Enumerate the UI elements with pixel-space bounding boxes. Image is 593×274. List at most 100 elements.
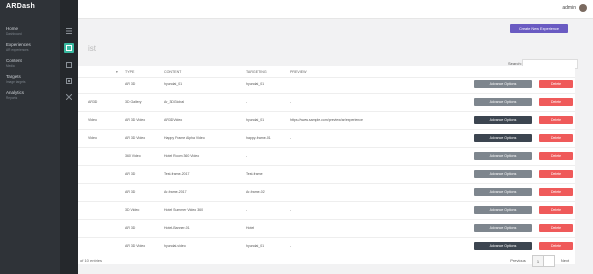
nav-icon-home[interactable] bbox=[64, 26, 74, 36]
row-preview: - bbox=[290, 100, 292, 104]
row-targeting: hyundai_01 bbox=[246, 118, 265, 122]
top-bar: admin bbox=[0, 0, 593, 19]
row-preview: - bbox=[290, 208, 292, 212]
row-left: Video bbox=[88, 136, 97, 140]
entries-info: of 10 entries bbox=[80, 258, 103, 263]
row-divider bbox=[78, 93, 575, 94]
row-targeting: - bbox=[246, 154, 248, 158]
sort-icon[interactable]: ▾ bbox=[116, 70, 118, 74]
row-type: AR 3D bbox=[125, 190, 136, 194]
pagination-next[interactable]: Next bbox=[556, 255, 574, 265]
row-content: AR3DVideo bbox=[164, 118, 183, 122]
row-targeting: Test-frame bbox=[246, 172, 263, 176]
row-left: AR3D bbox=[88, 100, 98, 104]
nav-icon-targets[interactable] bbox=[64, 76, 74, 86]
sidebar-item-sub: Media bbox=[6, 64, 15, 68]
nav-icon-experiences[interactable] bbox=[64, 43, 74, 53]
advance-options-button[interactable]: Advance Options bbox=[474, 152, 532, 160]
delete-button[interactable]: Delete bbox=[539, 152, 573, 160]
sidebar-item-label: Targets bbox=[6, 74, 21, 79]
nav-icon-content[interactable] bbox=[64, 60, 74, 70]
row-content: hyundai-video bbox=[164, 244, 186, 248]
row-content: Test-frame-2017 bbox=[164, 172, 190, 176]
row-type: 3D Video bbox=[125, 208, 140, 212]
row-type: AR 3D Video bbox=[125, 136, 146, 140]
row-left: Video bbox=[88, 118, 97, 122]
sidebar-item-label: Home bbox=[6, 26, 19, 31]
row-divider bbox=[78, 237, 575, 238]
row-content: Hotel Summer Video 360 bbox=[164, 208, 204, 212]
sidebar-item-sub: Reports bbox=[6, 96, 18, 100]
delete-button[interactable]: Delete bbox=[539, 224, 573, 232]
row-targeting: Hotel bbox=[246, 226, 255, 230]
sidebar-item-label: Content bbox=[6, 58, 22, 63]
user-name: admin bbox=[562, 5, 576, 11]
row-targeting: Ar-frame-02 bbox=[246, 190, 265, 194]
row-divider bbox=[78, 147, 575, 148]
row-divider bbox=[78, 165, 575, 166]
row-divider bbox=[78, 129, 575, 130]
advance-options-button[interactable]: Advance Options bbox=[474, 242, 532, 250]
delete-button[interactable]: Delete bbox=[539, 116, 573, 124]
advance-options-button[interactable]: Advance Options bbox=[474, 116, 532, 124]
sidebar-item-sub: Dashboard bbox=[6, 32, 22, 36]
brand-logo: ARDash bbox=[6, 3, 36, 10]
sidebar-item-label: Experiences bbox=[6, 42, 31, 47]
row-divider bbox=[78, 201, 575, 202]
delete-button[interactable]: Delete bbox=[539, 134, 573, 142]
sidebar-item-home[interactable]: Home Dashboard bbox=[6, 26, 56, 36]
pagination-previous[interactable]: Previous bbox=[506, 255, 530, 265]
advance-options-button[interactable]: Advance Options bbox=[474, 188, 532, 196]
delete-button[interactable]: Delete bbox=[539, 98, 573, 106]
user-menu[interactable]: admin bbox=[562, 4, 587, 12]
row-type: AR 3D Video bbox=[125, 244, 146, 248]
column-header-content[interactable]: CONTENT bbox=[164, 70, 181, 74]
row-content: hyundai_01 bbox=[164, 82, 183, 86]
sidebar: ARDash Home Dashboard Experiences AR exp… bbox=[0, 0, 60, 274]
delete-button[interactable]: Delete bbox=[539, 188, 573, 196]
column-header-type[interactable]: TYPE bbox=[125, 70, 134, 74]
delete-button[interactable]: Delete bbox=[539, 170, 573, 178]
sidebar-item-targets[interactable]: Targets Image targets bbox=[6, 74, 56, 84]
row-content: Hotel-Banner-01 bbox=[164, 226, 190, 230]
row-divider bbox=[78, 183, 575, 184]
column-header-targeting[interactable]: TARGETING bbox=[246, 70, 267, 74]
row-type: 360 Video bbox=[125, 154, 141, 158]
row-targeting: hyundai_01 bbox=[246, 82, 265, 86]
nav-icon-analytics[interactable] bbox=[64, 92, 74, 102]
sidebar-item-analytics[interactable]: Analytics Reports bbox=[6, 90, 56, 100]
advance-options-button[interactable]: Advance Options bbox=[474, 170, 532, 178]
sidebar-item-experiences[interactable]: Experiences AR experiences bbox=[6, 42, 56, 52]
sidebar-item-sub: AR experiences bbox=[6, 48, 29, 52]
page-title: ist bbox=[88, 44, 96, 53]
row-content: Happy Frame Alpha Video bbox=[164, 136, 205, 140]
row-preview: https://www.sample.com/preview/ar/experi… bbox=[290, 118, 363, 122]
row-type: 3D Gallery bbox=[125, 100, 142, 104]
advance-options-button[interactable]: Advance Options bbox=[474, 224, 532, 232]
column-header-preview[interactable]: PREVIEW bbox=[290, 70, 307, 74]
create-experience-button[interactable]: Create New Experience bbox=[510, 24, 568, 33]
row-type: AR 3D bbox=[125, 172, 136, 176]
row-content: Hotel Room 360 Video bbox=[164, 154, 200, 158]
row-targeting: - bbox=[246, 208, 248, 212]
row-type: AR 3D Video bbox=[125, 118, 146, 122]
advance-options-button[interactable]: Advance Options bbox=[474, 80, 532, 88]
delete-button[interactable]: Delete bbox=[539, 206, 573, 214]
row-content: Ar-frame-2017 bbox=[164, 190, 187, 194]
row-divider bbox=[78, 111, 575, 112]
pagination-page-empty[interactable] bbox=[543, 255, 555, 267]
row-targeting: happy-frame-01 bbox=[246, 136, 271, 140]
advance-options-button[interactable]: Advance Options bbox=[474, 206, 532, 214]
sidebar-item-content[interactable]: Content Media bbox=[6, 58, 56, 68]
sidebar-item-label: Analytics bbox=[6, 90, 25, 95]
delete-button[interactable]: Delete bbox=[539, 80, 573, 88]
sidebar-item-sub: Image targets bbox=[6, 80, 26, 84]
advance-options-button[interactable]: Advance Options bbox=[474, 134, 532, 142]
row-targeting: - bbox=[246, 100, 248, 104]
row-preview: - bbox=[290, 136, 292, 140]
row-type: AR 3D bbox=[125, 226, 136, 230]
delete-button[interactable]: Delete bbox=[539, 242, 573, 250]
avatar[interactable] bbox=[579, 4, 587, 12]
advance-options-button[interactable]: Advance Options bbox=[474, 98, 532, 106]
header-divider bbox=[78, 77, 575, 78]
